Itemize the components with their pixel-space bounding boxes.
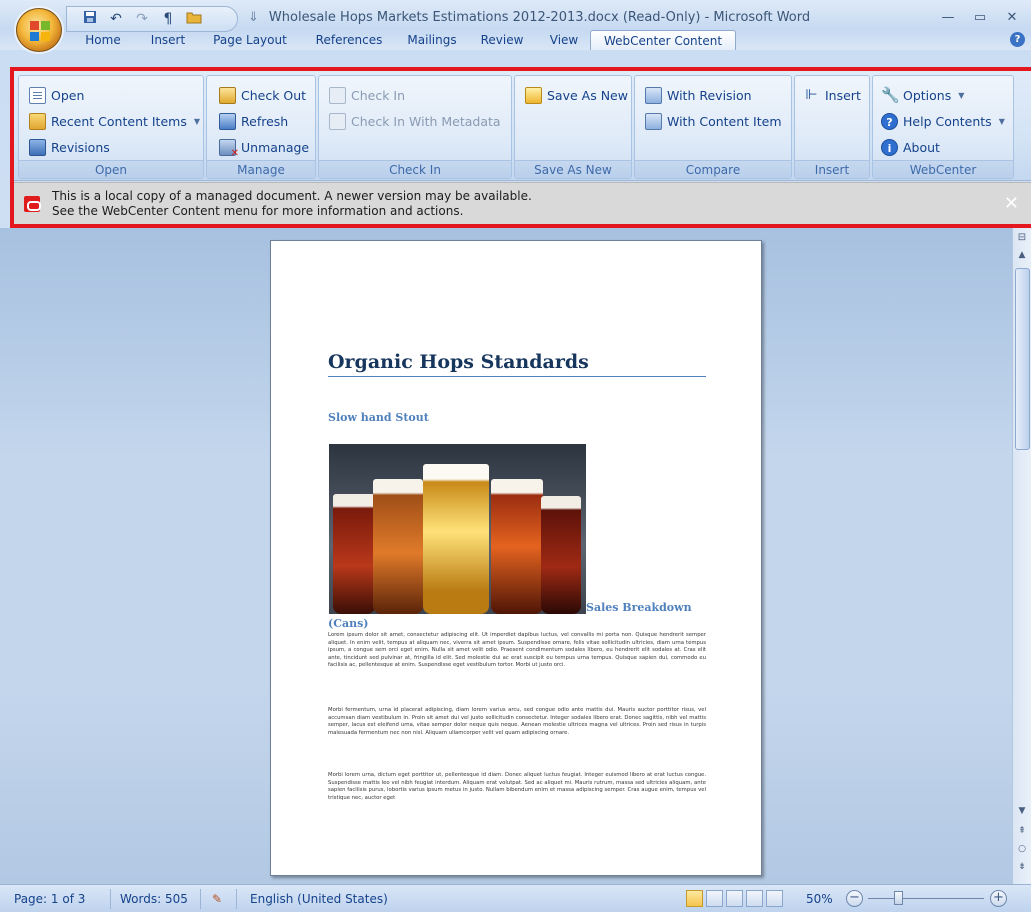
close-button[interactable]: ✕ [997,8,1027,28]
office-button[interactable] [16,8,62,52]
paragraph-2: Morbi fermentum, urna id placerat adipis… [328,707,706,736]
beer-glasses-image [329,444,586,614]
folder-icon[interactable] [185,10,203,28]
zoom-slider-thumb[interactable] [894,891,903,905]
tab-references[interactable]: References [300,30,398,50]
undo-icon[interactable]: ↶ [107,11,125,27]
qat-customize-icon[interactable]: ⇓ [248,10,259,25]
status-divider [236,889,237,909]
tab-view[interactable]: View [538,30,590,50]
tab-insert[interactable]: Insert [136,30,200,50]
tab-page-layout[interactable]: Page Layout [200,30,300,50]
scroll-down-icon[interactable]: ▼ [1015,806,1029,820]
draft-view-icon[interactable] [766,890,783,907]
save-icon[interactable] [81,10,99,28]
language[interactable]: English (United States) [250,892,388,906]
status-divider [110,889,111,909]
browse-object-icon[interactable]: ○ [1015,844,1029,858]
quick-access-toolbar: ↶ ↷ ¶ [66,6,238,32]
paragraph-1: Lorem ipsum dolor sit amet, consectetur … [328,632,706,669]
window-controls: — ▭ ✕ [933,8,1027,28]
full-screen-reading-view-icon[interactable] [706,890,723,907]
outline-view-icon[interactable] [746,890,763,907]
redo-icon[interactable]: ↷ [133,11,151,27]
highlight-frame [10,67,1031,228]
heading-slow-hand-stout: Slow hand Stout [328,411,429,424]
scroll-up-icon[interactable]: ▲ [1015,250,1029,264]
paragraph-icon[interactable]: ¶ [159,11,177,27]
word-count[interactable]: Words: 505 [120,892,188,906]
status-divider [200,889,201,909]
zoom-slider-track[interactable] [868,898,984,899]
document-area: Organic Hops Standards Slow hand Stout S… [0,228,1012,884]
paragraph-3: Morbi lorem urna, dictum eget porttitor … [328,772,706,801]
document-title: Organic Hops Standards [328,351,589,373]
web-layout-view-icon[interactable] [726,890,743,907]
word-window: ↶ ↷ ¶ ⇓ Wholesale Hops Markets Estimation… [0,0,1031,912]
ribbon-tabs: Home Insert Page Layout References Maili… [70,30,736,50]
zoom-in-icon[interactable]: + [990,890,1007,907]
previous-page-icon[interactable]: ⇞ [1015,826,1029,840]
maximize-button[interactable]: ▭ [965,8,995,28]
title-underline [328,376,706,377]
tab-webcenter-content[interactable]: WebCenter Content [590,30,736,50]
zoom-out-icon[interactable]: − [846,890,863,907]
zoom-level[interactable]: 50% [806,892,833,906]
scrollbar-thumb[interactable] [1015,268,1030,450]
page-count[interactable]: Page: 1 of 3 [14,892,85,906]
print-layout-view-icon[interactable] [686,890,703,907]
status-bar: Page: 1 of 3 Words: 505 ✎ English (Unite… [0,884,1031,912]
window-title: ⇓ Wholesale Hops Markets Estimations 2012… [248,10,811,25]
title-bar: ↶ ↷ ¶ ⇓ Wholesale Hops Markets Estimation… [0,0,1031,52]
proofing-icon[interactable]: ✎ [212,892,222,906]
vertical-scrollbar[interactable]: ⊟ ▲ ▼ ⇞ ○ ⇟ [1012,228,1031,884]
tab-mailings[interactable]: Mailings [398,30,466,50]
ruler-toggle-icon[interactable]: ⊟ [1015,232,1029,246]
minimize-button[interactable]: — [933,8,963,28]
document-page[interactable]: Organic Hops Standards Slow hand Stout S… [270,240,762,876]
next-page-icon[interactable]: ⇟ [1015,862,1029,876]
help-icon[interactable]: ? [1010,32,1025,47]
office-logo-icon [30,21,50,41]
tab-home[interactable]: Home [70,30,136,50]
tab-review[interactable]: Review [466,30,538,50]
